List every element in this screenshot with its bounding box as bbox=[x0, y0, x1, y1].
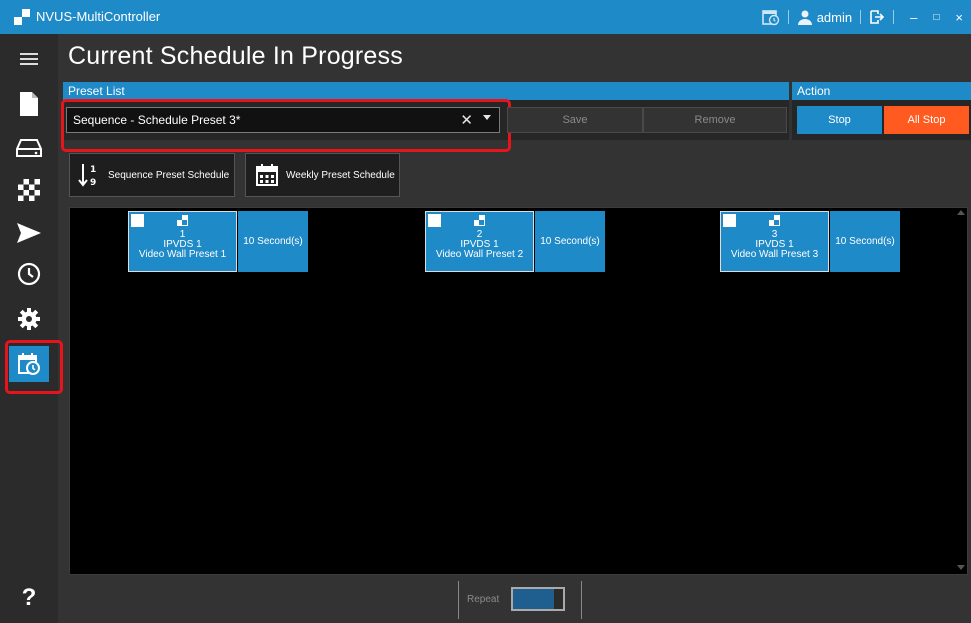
preset-list-header: Preset List bbox=[63, 82, 789, 100]
sequence-preset-schedule-button[interactable]: 19 Sequence Preset Schedule bbox=[69, 153, 235, 197]
title-bar: NVUS-MultiController admin – □ × bbox=[0, 0, 971, 34]
step-duration[interactable]: 10 Second(s) bbox=[830, 211, 900, 272]
repeat-control: Repeat bbox=[458, 581, 582, 619]
divider bbox=[893, 10, 895, 24]
step-checkbox[interactable] bbox=[428, 214, 441, 227]
weekly-preset-schedule-button[interactable]: Weekly Preset Schedule bbox=[245, 153, 400, 197]
sidebar-highlight bbox=[5, 340, 63, 394]
sort-numeric-icon: 19 bbox=[78, 162, 100, 188]
step-preset-name: Video Wall Preset 2 bbox=[435, 249, 524, 260]
sequence-mode-label: Sequence Preset Schedule bbox=[108, 169, 230, 181]
menu-icon[interactable] bbox=[9, 41, 49, 77]
stop-button[interactable]: Stop bbox=[797, 106, 882, 134]
user-icon bbox=[797, 9, 813, 25]
step-duration[interactable]: 10 Second(s) bbox=[238, 211, 308, 272]
drive-icon[interactable] bbox=[9, 130, 49, 166]
sequence-step-preset[interactable]: 1 IPVDS 1 Video Wall Preset 1 bbox=[128, 211, 237, 272]
help-icon[interactable]: ? bbox=[9, 580, 49, 616]
sidebar: ? bbox=[0, 34, 63, 623]
gear-icon[interactable] bbox=[9, 301, 49, 337]
sequence-step[interactable]: 3 IPVDS 1 Video Wall Preset 3 10 Second(… bbox=[720, 211, 900, 272]
scroll-up-icon[interactable] bbox=[957, 210, 965, 215]
repeat-toggle[interactable] bbox=[511, 587, 565, 611]
sequence-step-preset[interactable]: 3 IPVDS 1 Video Wall Preset 3 bbox=[720, 211, 829, 272]
save-button[interactable]: Save bbox=[507, 107, 643, 133]
svg-text:1: 1 bbox=[90, 165, 96, 175]
clock-icon[interactable] bbox=[9, 256, 49, 292]
logout-icon[interactable] bbox=[869, 9, 885, 25]
preset-icon bbox=[474, 215, 485, 226]
step-checkbox[interactable] bbox=[131, 214, 144, 227]
title-bar-controls: admin – □ × bbox=[761, 0, 971, 34]
help-label: ? bbox=[21, 584, 37, 611]
weekly-mode-label: Weekly Preset Schedule bbox=[286, 169, 395, 181]
schedule-status-icon[interactable] bbox=[761, 8, 780, 26]
divider bbox=[787, 10, 789, 24]
app-window: NVUS-MultiController admin – □ × ? Curre… bbox=[0, 0, 971, 623]
scroll-down-icon[interactable] bbox=[957, 565, 965, 570]
document-icon[interactable] bbox=[9, 86, 49, 122]
sequence-canvas: 1 IPVDS 1 Video Wall Preset 1 10 Second(… bbox=[69, 207, 968, 575]
maximize-icon[interactable]: □ bbox=[925, 12, 947, 23]
repeat-label: Repeat bbox=[467, 594, 500, 605]
preset-highlight bbox=[61, 99, 511, 152]
app-logo-icon bbox=[14, 9, 30, 25]
preset-icon bbox=[177, 215, 188, 226]
toggle-knob bbox=[554, 589, 563, 609]
action-header: Action bbox=[792, 82, 971, 100]
user-name[interactable]: admin bbox=[817, 10, 852, 25]
sequence-step-preset[interactable]: 2 IPVDS 1 Video Wall Preset 2 bbox=[425, 211, 534, 272]
remove-button[interactable]: Remove bbox=[643, 107, 787, 133]
step-duration[interactable]: 10 Second(s) bbox=[535, 211, 605, 272]
calendar-icon bbox=[256, 164, 278, 186]
divider bbox=[860, 10, 862, 24]
app-title: NVUS-MultiController bbox=[36, 9, 161, 24]
close-icon[interactable]: × bbox=[947, 10, 971, 25]
page-title: Current Schedule In Progress bbox=[68, 42, 403, 70]
main-content: Current Schedule In Progress Preset List… bbox=[58, 34, 971, 623]
step-preset-name: Video Wall Preset 3 bbox=[730, 249, 819, 260]
preset-icon bbox=[769, 215, 780, 226]
checker-icon[interactable] bbox=[9, 172, 49, 208]
svg-text:9: 9 bbox=[90, 178, 96, 188]
sequence-step[interactable]: 1 IPVDS 1 Video Wall Preset 1 10 Second(… bbox=[128, 211, 308, 272]
send-icon[interactable] bbox=[9, 215, 49, 251]
step-checkbox[interactable] bbox=[723, 214, 736, 227]
minimize-icon[interactable]: – bbox=[902, 10, 925, 25]
sequence-step[interactable]: 2 IPVDS 1 Video Wall Preset 2 10 Second(… bbox=[425, 211, 605, 272]
all-stop-button[interactable]: All Stop bbox=[884, 106, 969, 134]
step-preset-name: Video Wall Preset 1 bbox=[138, 249, 227, 260]
